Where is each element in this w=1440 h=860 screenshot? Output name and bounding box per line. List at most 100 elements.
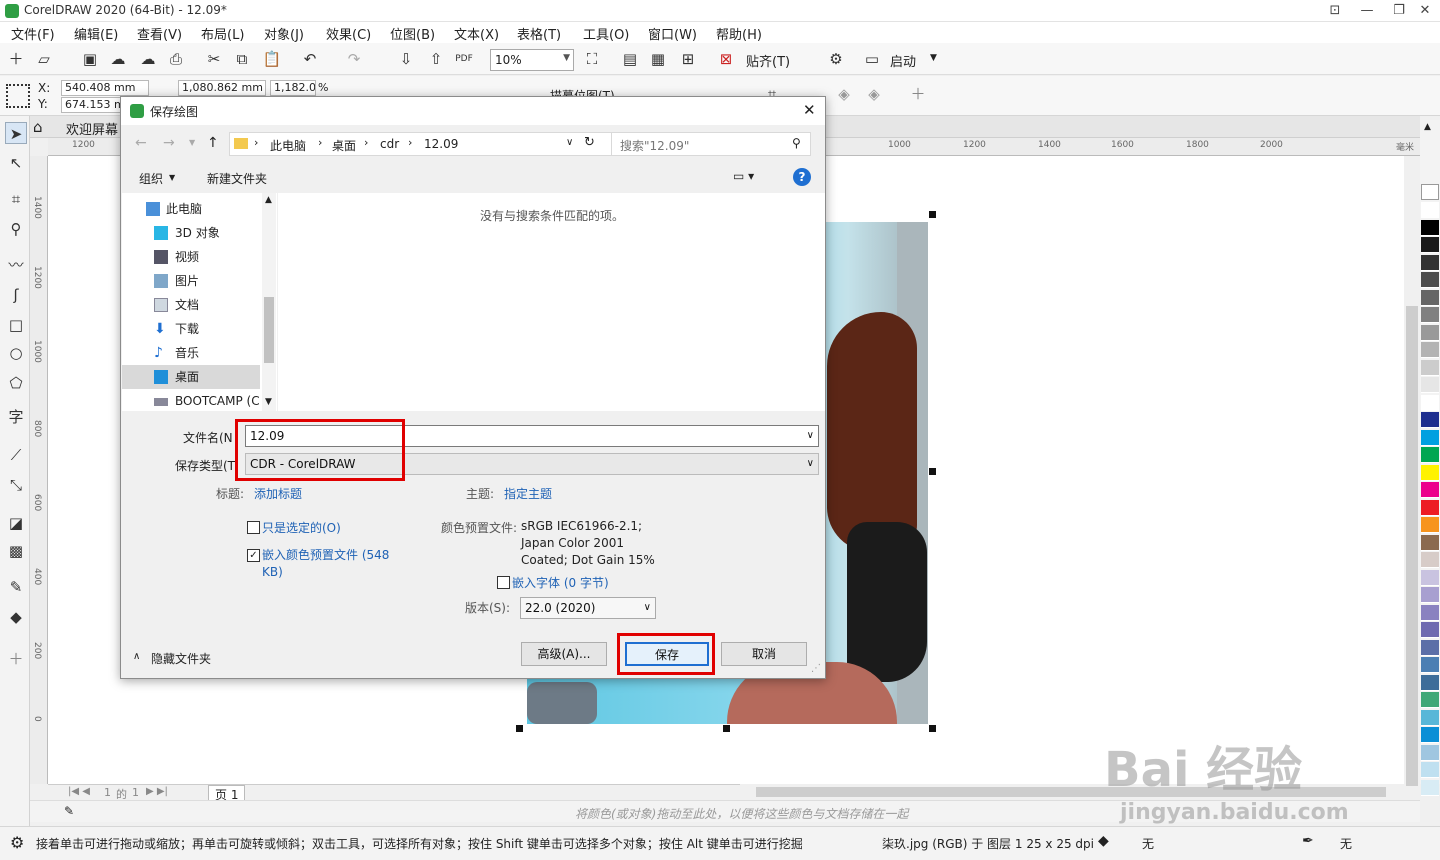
- selected-only-label[interactable]: 只是选定的(O): [262, 519, 341, 536]
- nav-downloads[interactable]: ⬇ 下载: [122, 317, 262, 341]
- copy-icon[interactable]: ⧉: [232, 49, 252, 69]
- color-swatch[interactable]: [1421, 499, 1439, 516]
- scroll-down-icon[interactable]: ▼: [265, 397, 272, 407]
- guidelines-icon[interactable]: ⊞: [678, 49, 698, 69]
- nav-documents[interactable]: 文档: [122, 293, 262, 317]
- pdf-icon[interactable]: PDF: [454, 49, 474, 69]
- search-icon[interactable]: ⚲: [792, 136, 801, 150]
- minimize-button[interactable]: —: [1352, 0, 1382, 22]
- x-position-field[interactable]: 540.408 mm: [61, 80, 149, 96]
- menu-tools[interactable]: 工具(O): [583, 24, 629, 43]
- polygon-tool-icon[interactable]: ⬠: [5, 372, 27, 394]
- file-list[interactable]: 没有与搜索条件匹配的项。: [278, 193, 825, 411]
- print-icon[interactable]: ⎙: [166, 49, 186, 69]
- crop-tool-icon[interactable]: ⌗: [5, 188, 27, 210]
- add-icon[interactable]: ＋: [908, 84, 928, 104]
- forward-arrow-icon[interactable]: →: [163, 135, 175, 151]
- search-box[interactable]: 搜索"12.09" ⚲: [611, 132, 811, 156]
- menu-effects[interactable]: 效果(C): [326, 24, 371, 43]
- selected-only-checkbox[interactable]: [247, 521, 260, 534]
- selection-handle[interactable]: [929, 725, 936, 732]
- color-swatch[interactable]: [1421, 412, 1439, 428]
- connector-tool-icon[interactable]: ⤡: [5, 474, 27, 496]
- help-icon[interactable]: ?: [793, 168, 811, 186]
- color-swatch[interactable]: [1421, 394, 1439, 411]
- search-input[interactable]: 搜索"12.09": [620, 137, 689, 154]
- hide-folders-button[interactable]: 隐藏文件夹: [151, 650, 211, 667]
- ellipse-tool-icon[interactable]: ○: [5, 342, 27, 364]
- color-swatch[interactable]: [1421, 692, 1439, 708]
- nav-music[interactable]: ♪ 音乐: [122, 341, 262, 365]
- add-title-link[interactable]: 添加标题: [254, 485, 302, 502]
- color-swatch[interactable]: [1421, 359, 1439, 376]
- snap-to-menu[interactable]: 贴齐(T): [746, 51, 790, 70]
- nav-videos[interactable]: 视频: [122, 245, 262, 269]
- rectangle-tool-icon[interactable]: □: [5, 314, 27, 336]
- menu-help[interactable]: 帮助(H): [716, 24, 762, 43]
- chevron-down-icon[interactable]: ∨: [566, 137, 573, 148]
- rulers-icon[interactable]: ▤: [620, 49, 640, 69]
- close-icon[interactable]: ✕: [803, 101, 816, 119]
- color-swatch[interactable]: [1421, 657, 1439, 673]
- color-swatch[interactable]: [1421, 534, 1439, 551]
- menu-view[interactable]: 查看(V): [137, 24, 182, 43]
- settings-gear-icon[interactable]: ⚙: [10, 833, 24, 852]
- vertical-scrollbar[interactable]: [1404, 156, 1420, 786]
- artistic-media-icon[interactable]: ʃ: [5, 284, 27, 306]
- last-page-icon[interactable]: ▶ ▶|: [146, 786, 168, 797]
- color-swatch[interactable]: [1421, 587, 1439, 603]
- fill-tool-icon[interactable]: ◆: [5, 606, 27, 628]
- full-screen-icon[interactable]: ⛶: [582, 49, 602, 69]
- color-swatch[interactable]: [1421, 482, 1439, 498]
- add-tool-icon[interactable]: ＋: [5, 648, 27, 670]
- options-gear-icon[interactable]: ⚙: [826, 49, 846, 69]
- embed-fonts-checkbox[interactable]: [497, 576, 510, 589]
- selection-handle[interactable]: [929, 211, 936, 218]
- nav-this-pc[interactable]: 此电脑: [122, 197, 262, 221]
- up-arrow-icon[interactable]: ↑: [207, 135, 219, 151]
- scroll-thumb[interactable]: [264, 297, 274, 363]
- specify-subject-link[interactable]: 指定主题: [504, 485, 552, 502]
- embed-color-checkbox[interactable]: ✓: [247, 549, 260, 562]
- selection-handle[interactable]: [516, 725, 523, 732]
- import-icon[interactable]: ⇩: [396, 49, 416, 69]
- reference-point-icon[interactable]: [6, 84, 30, 108]
- launch-menu[interactable]: 启动: [890, 51, 916, 70]
- resize-grip-icon[interactable]: ⋰: [811, 663, 821, 674]
- save-icon[interactable]: ▣: [80, 49, 100, 69]
- color-swatch[interactable]: [1421, 272, 1439, 288]
- chevron-down-icon[interactable]: ▼: [930, 53, 937, 63]
- no-color-swatch[interactable]: [1421, 184, 1439, 200]
- embed-color-label[interactable]: 嵌入颜色预置文件 (548 KB): [262, 547, 397, 581]
- color-swatch[interactable]: [1421, 639, 1439, 656]
- home-icon[interactable]: ⌂: [33, 118, 43, 136]
- refresh-icon[interactable]: ↻: [584, 135, 595, 150]
- color-swatch[interactable]: [1421, 517, 1439, 533]
- open-folder-icon[interactable]: ▱: [34, 49, 54, 69]
- menu-edit[interactable]: 编辑(E): [74, 24, 118, 43]
- color-swatch[interactable]: [1421, 254, 1439, 271]
- drop-shadow-icon[interactable]: ◪: [5, 512, 27, 534]
- zoom-tool-icon[interactable]: ⚲: [5, 218, 27, 240]
- menu-text[interactable]: 文本(X): [454, 24, 499, 43]
- color-swatch[interactable]: [1421, 307, 1439, 323]
- color-swatch[interactable]: [1421, 447, 1439, 463]
- text-tool-icon[interactable]: 字: [5, 406, 27, 428]
- paste-icon[interactable]: 📋: [262, 49, 282, 69]
- nav-3d-objects[interactable]: 3D 对象: [122, 221, 262, 245]
- grid-icon[interactable]: ▦: [648, 49, 668, 69]
- breadcrumb-folder[interactable]: 12.09: [424, 137, 458, 151]
- launch-icon[interactable]: ▭: [862, 49, 882, 69]
- close-button[interactable]: ✕: [1410, 0, 1440, 22]
- color-swatch[interactable]: [1421, 464, 1439, 481]
- scroll-up-icon[interactable]: ▲: [265, 195, 272, 205]
- color-swatch[interactable]: [1421, 762, 1439, 778]
- color-swatch[interactable]: [1421, 324, 1439, 341]
- color-swatch[interactable]: [1421, 709, 1439, 726]
- undo-icon[interactable]: ↶: [300, 49, 320, 69]
- menu-table[interactable]: 表格(T): [517, 24, 561, 43]
- nav-desktop[interactable]: 桌面: [122, 365, 260, 389]
- share-icon[interactable]: ⊡: [1320, 0, 1350, 22]
- send-back-icon[interactable]: ◈: [864, 84, 884, 104]
- shape-tool-icon[interactable]: ↖: [5, 152, 27, 174]
